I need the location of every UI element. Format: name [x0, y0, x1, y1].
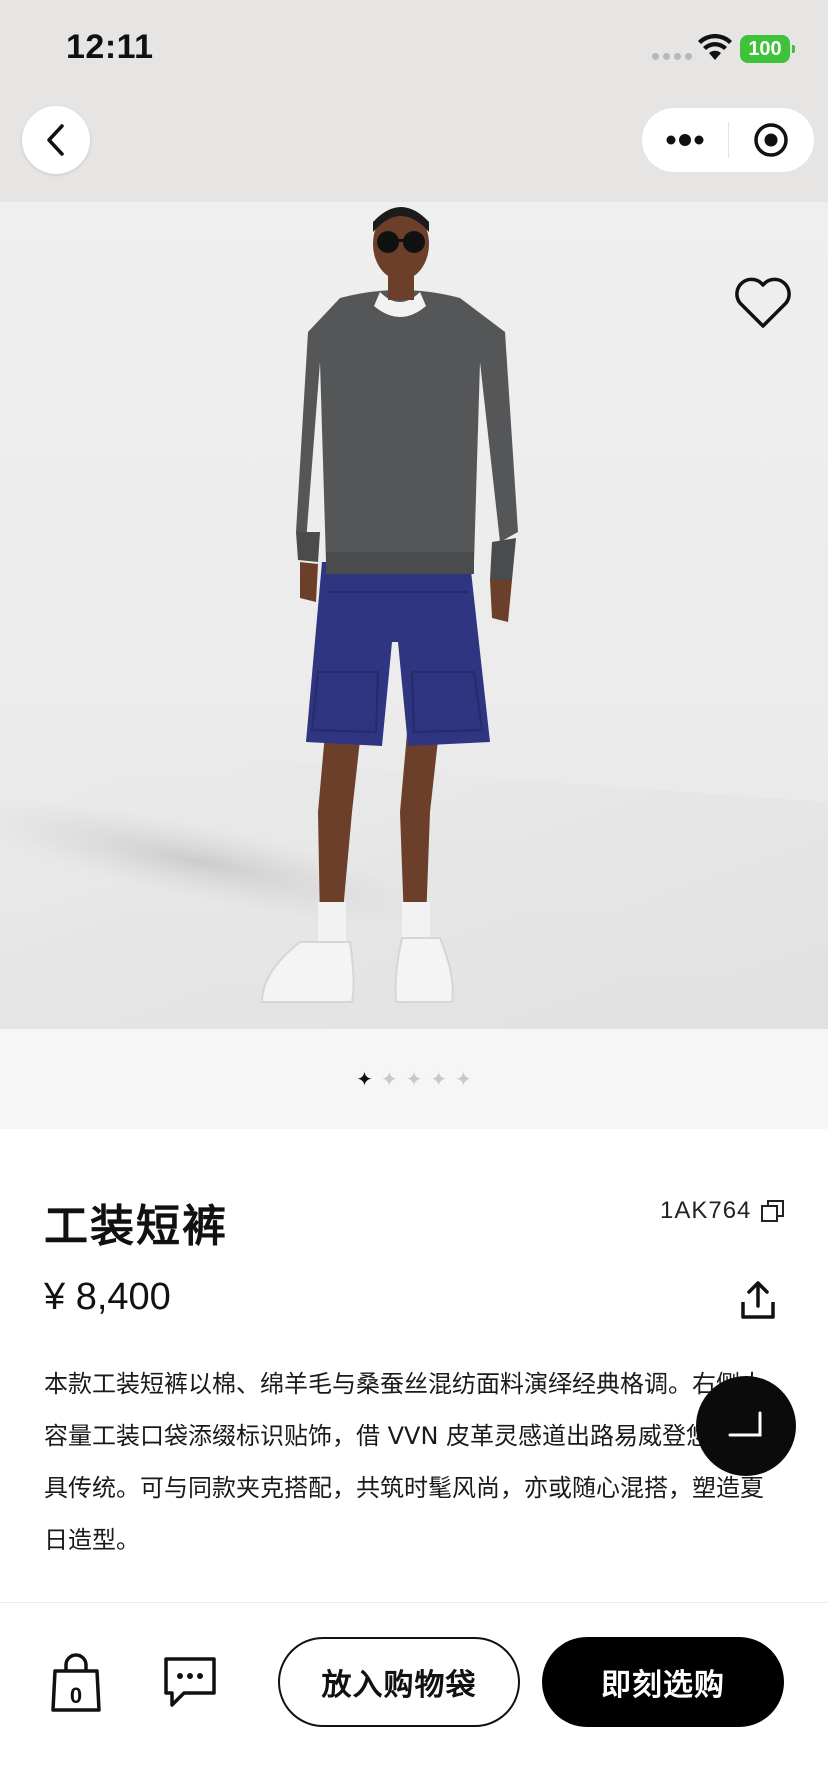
product-image-carousel[interactable]	[0, 202, 828, 1029]
carousel-dot[interactable]: ✦	[455, 1069, 472, 1089]
battery-indicator: 100	[740, 35, 795, 63]
chat-corner-icon	[728, 1411, 762, 1437]
product-description: 本款工装短裤以棉、绵羊毛与桑蚕丝混纺面料演绎经典格调。右侧大容量工装口袋添缀标识…	[44, 1370, 783, 1554]
bag-count-badge: 0	[69, 1683, 83, 1708]
carousel-pagination: ✦ ✦ ✦ ✦ ✦	[0, 1029, 828, 1129]
add-to-bag-button[interactable]: 放入购物袋	[278, 1637, 520, 1727]
wishlist-heart-icon[interactable]	[734, 276, 792, 330]
status-time: 12:11	[66, 28, 154, 66]
customer-service-button[interactable]	[696, 1376, 796, 1476]
top-bar: 12:11 100	[0, 0, 828, 202]
carousel-dot[interactable]: ✦	[381, 1069, 398, 1089]
target-icon	[754, 123, 788, 157]
share-icon[interactable]	[740, 1280, 776, 1320]
carousel-dot[interactable]: ✦	[406, 1069, 423, 1089]
signal-icon	[652, 53, 692, 60]
copy-icon[interactable]	[760, 1198, 786, 1224]
carousel-dot[interactable]: ✦	[356, 1069, 373, 1089]
close-miniprogram-button[interactable]	[729, 108, 815, 172]
more-button[interactable]	[642, 108, 728, 172]
buy-now-button[interactable]: 即刻选购	[542, 1637, 784, 1727]
bottom-action-bar: 0 放入购物袋 即刻选购	[0, 1602, 828, 1792]
chevron-left-icon	[47, 124, 64, 156]
message-icon[interactable]	[162, 1655, 218, 1709]
miniprogram-capsule	[642, 108, 814, 172]
more-dots-icon	[666, 134, 704, 146]
wifi-icon	[698, 34, 732, 60]
product-sku: 1AK764	[660, 1197, 752, 1224]
product-title: 工装短裤	[44, 1201, 228, 1252]
product-price: ¥ 8,400	[44, 1276, 171, 1318]
carousel-dot[interactable]: ✦	[430, 1069, 447, 1089]
product-photo	[0, 207, 828, 1029]
back-button[interactable]	[22, 106, 90, 174]
